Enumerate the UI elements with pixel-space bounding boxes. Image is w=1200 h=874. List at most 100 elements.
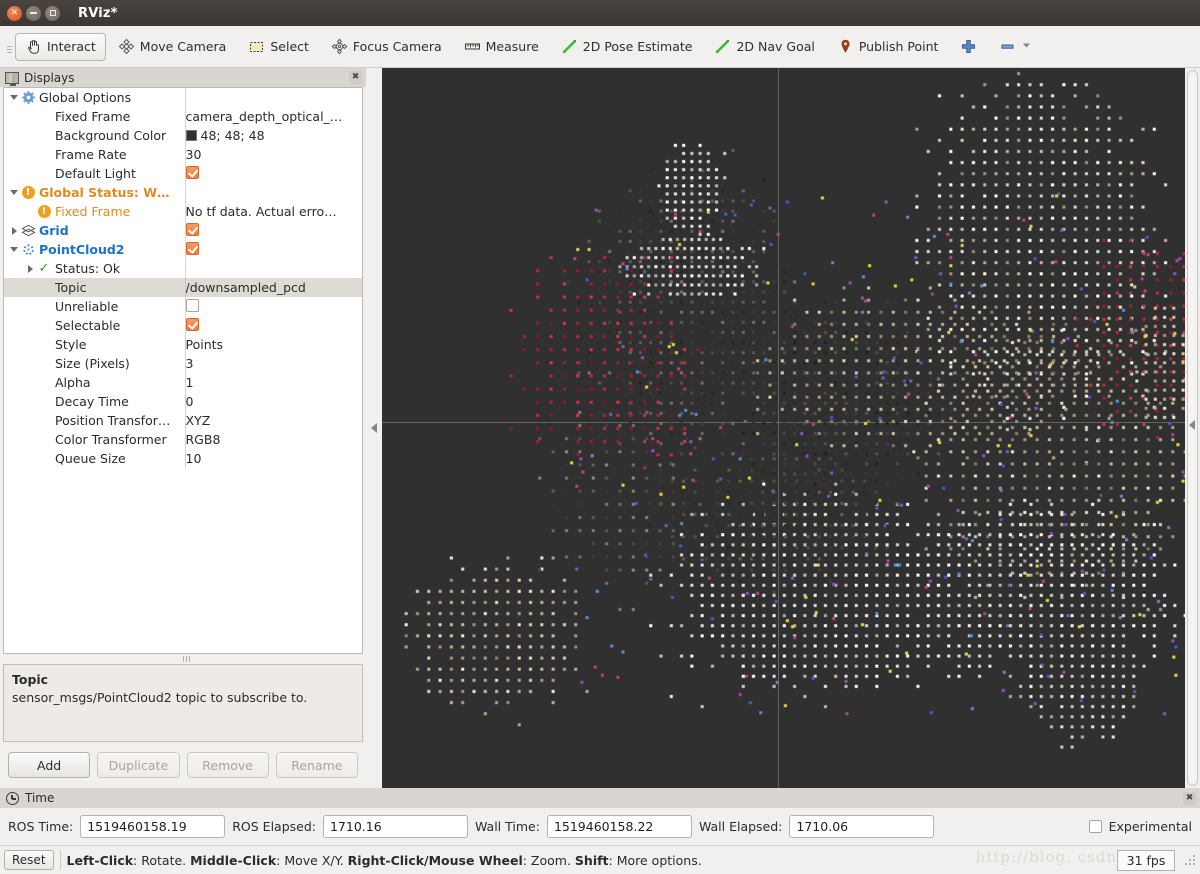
ros-time-input[interactable]: 1519460158.19 (80, 815, 226, 838)
status-separator (59, 850, 61, 870)
checkbox-checked[interactable] (185, 165, 199, 179)
checkbox-unchecked[interactable] (185, 298, 199, 312)
window-close-button[interactable]: ✕ (7, 5, 22, 21)
expand-arrow-down-icon[interactable] (8, 95, 20, 100)
tree-row-label: Global Options (39, 90, 132, 105)
pointcloud-icon (20, 243, 36, 256)
tree-row[interactable]: Selectable (4, 316, 362, 335)
clock-icon (6, 791, 19, 805)
tree-row[interactable]: Style Points (4, 335, 362, 354)
tree-row[interactable]: Fixed Frame camera_depth_optical_… (4, 107, 362, 126)
remove-button[interactable]: Remove (186, 752, 269, 778)
expand-arrow-right-icon[interactable] (8, 226, 20, 235)
expand-arrow-down-icon[interactable] (8, 190, 20, 195)
time-dock-title: Time ✖ (0, 788, 1200, 808)
dock-splitter[interactable] (0, 654, 366, 664)
tree-row[interactable]: Topic/downsampled_pcd (4, 278, 362, 297)
right-panel-splitter[interactable] (1185, 68, 1200, 788)
tree-row[interactable]: Color Transformer RGB8 (4, 430, 362, 449)
tree-row[interactable]: Size (Pixels) 3 (4, 354, 362, 373)
left-panel-splitter[interactable] (366, 68, 382, 788)
tree-row[interactable]: ! Global Status: W… (4, 183, 362, 202)
tree-row-value[interactable]: 1 (185, 373, 362, 392)
tree-row[interactable]: Global Options (4, 88, 362, 107)
displays-tree[interactable]: Global Options Fixed Frame camera_depth_op… (3, 87, 363, 654)
close-icon[interactable]: ✖ (1183, 791, 1196, 805)
tree-row-label: Queue Size (55, 451, 126, 466)
tool-focus-camera[interactable]: Focus Camera (321, 33, 452, 61)
tree-row-value[interactable] (185, 240, 362, 259)
add-button[interactable]: Add (8, 752, 91, 778)
reset-button[interactable]: Reset (4, 850, 54, 870)
color-swatch[interactable] (185, 130, 197, 141)
tree-row[interactable]: Default Light (4, 164, 362, 183)
tree-row[interactable]: Alpha 1 (4, 373, 362, 392)
tree-row-value[interactable]: No tf data. Actual erro… (185, 202, 362, 221)
tool-select[interactable]: Select (238, 33, 319, 61)
tree-row-value[interactable]: XYZ (185, 411, 362, 430)
wall-elapsed-input[interactable]: 1710.06 (789, 815, 935, 838)
tool-2d-nav-goal[interactable]: 2D Nav Goal (704, 33, 824, 61)
tree-row-value[interactable]: 0 (185, 392, 362, 411)
window-minimize-button[interactable] (26, 5, 41, 21)
expand-arrow-right-icon[interactable] (24, 264, 36, 273)
3d-render-view[interactable] (382, 68, 1200, 788)
tree-row-value[interactable] (185, 259, 362, 278)
tree-row[interactable]: Frame Rate 30 (4, 145, 362, 164)
experimental-toggle[interactable]: Experimental (1088, 819, 1192, 834)
duplicate-button[interactable]: Duplicate (97, 752, 180, 778)
tree-row[interactable]: Grid (4, 221, 362, 240)
tree-row-value[interactable]: Points (185, 335, 362, 354)
tree-row-value[interactable]: 48; 48; 48 (185, 126, 362, 145)
tree-row-value[interactable]: 3 (185, 354, 362, 373)
collapse-left-icon[interactable] (371, 423, 377, 433)
tree-row[interactable]: Position Transfor… XYZ (4, 411, 362, 430)
tool-label: Measure (485, 39, 539, 54)
tree-row-value[interactable]: /downsampled_pcd (185, 278, 362, 297)
tree-row[interactable]: Queue Size 10 (4, 449, 362, 468)
tree-row[interactable]: ✓ Status: Ok (4, 259, 362, 278)
window-maximize-button[interactable] (45, 5, 60, 21)
tool-2d-pose-estimate[interactable]: 2D Pose Estimate (551, 33, 703, 61)
chevron-down-icon[interactable] (1021, 38, 1032, 55)
tree-row-label: Background Color (55, 128, 167, 143)
tree-row-value[interactable]: 30 (185, 145, 362, 164)
tree-row-label: Grid (39, 223, 69, 238)
wall-time-input[interactable]: 1519460158.22 (546, 815, 692, 838)
tree-row-value[interactable]: camera_depth_optical_… (185, 107, 362, 126)
tree-row-value[interactable] (185, 164, 362, 183)
tree-row-value[interactable] (185, 88, 362, 107)
tree-row-value[interactable]: RGB8 (185, 430, 362, 449)
tree-row[interactable]: ! Fixed Frame No tf data. Actual erro… (4, 202, 362, 221)
toolbar-grip[interactable] (4, 26, 14, 67)
tool-publish-point[interactable]: Publish Point (827, 33, 949, 61)
remove-tool-button[interactable] (989, 33, 1042, 61)
tree-row-value[interactable]: 10 (185, 449, 362, 468)
tree-row-value[interactable] (185, 316, 362, 335)
expand-arrow-down-icon[interactable] (8, 247, 20, 252)
collapse-right-icon[interactable] (1189, 420, 1195, 430)
tree-row-value[interactable] (185, 221, 362, 240)
checkbox-checked[interactable] (185, 317, 199, 331)
tree-row[interactable]: Decay Time 0 (4, 392, 362, 411)
time-dock: Time ✖ ROS Time: 1519460158.19 ROS Elaps… (0, 788, 1200, 845)
resize-grip[interactable] (1184, 854, 1196, 866)
checkbox-checked[interactable] (185, 222, 199, 236)
tool-measure[interactable]: Measure (454, 33, 549, 61)
add-tool-button[interactable] (950, 33, 987, 61)
tree-row[interactable]: PointCloud2 (4, 240, 362, 259)
rviz-window: ✕ RViz* Interact Move Camera Select Focu… (0, 0, 1200, 874)
tree-row[interactable]: Background Color 48; 48; 48 (4, 126, 362, 145)
ros-elapsed-input[interactable]: 1710.16 (322, 815, 468, 838)
checkbox-checked[interactable] (185, 241, 199, 255)
tree-row[interactable]: Unreliable (4, 297, 362, 316)
close-icon[interactable]: ✖ (349, 71, 362, 84)
tree-row-value[interactable] (185, 297, 362, 316)
window-title: RViz* (78, 5, 118, 21)
experimental-checkbox[interactable] (1088, 820, 1102, 833)
rename-button[interactable]: Rename (275, 752, 358, 778)
tool-move-camera[interactable]: Move Camera (108, 33, 237, 61)
tree-row-value[interactable] (185, 183, 362, 202)
ok-check-icon: ✓ (38, 261, 50, 276)
tool-interact[interactable]: Interact (15, 32, 106, 61)
